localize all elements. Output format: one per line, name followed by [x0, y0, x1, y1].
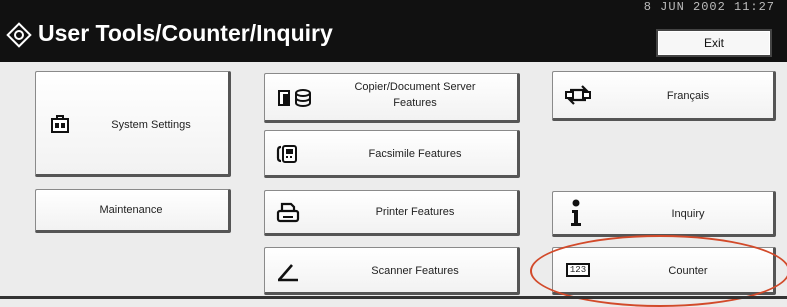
- title-bar: 8 JUN 2002 11:27 User Tools/Counter/Inqu…: [0, 0, 787, 62]
- language-button[interactable]: Français: [552, 71, 776, 121]
- copier-document-server-button[interactable]: Copier/Document Server Features: [264, 73, 520, 123]
- system-settings-label: System Settings: [111, 119, 191, 131]
- facsimile-features-label: Facsimile Features: [368, 148, 462, 160]
- user-tools-icon: [6, 22, 32, 48]
- copier-document-server-label-line1: Copier/Document Server: [354, 81, 476, 93]
- scanner-features-label: Scanner Features: [371, 265, 459, 277]
- counter-icon-text: 123: [565, 263, 591, 277]
- system-settings-button[interactable]: System Settings: [35, 71, 231, 177]
- bottom-divider: [0, 296, 787, 299]
- copier-document-server-label-line2: Features: [393, 97, 437, 109]
- toolbox-icon: [50, 114, 70, 134]
- printer-features-label: Printer Features: [375, 206, 455, 218]
- inquiry-button[interactable]: Inquiry: [552, 191, 776, 237]
- exit-button-label: Exit: [703, 36, 724, 50]
- maintenance-button[interactable]: Maintenance: [35, 189, 231, 233]
- printer-features-button[interactable]: Printer Features: [264, 190, 520, 236]
- maintenance-label: Maintenance: [99, 204, 163, 216]
- printer-icon: [275, 201, 301, 225]
- date-time: 8 JUN 2002 11:27: [643, 0, 775, 14]
- counter-icon: 123: [565, 262, 591, 278]
- page-title: User Tools/Counter/Inquiry: [38, 20, 333, 46]
- language-switch-icon: [563, 83, 593, 107]
- language-label: Français: [666, 90, 710, 102]
- counter-label: Counter: [668, 265, 708, 277]
- exit-button[interactable]: Exit: [656, 29, 772, 57]
- scanner-features-button[interactable]: Scanner Features: [264, 247, 520, 295]
- info-icon: [567, 198, 585, 228]
- facsimile-features-button[interactable]: Facsimile Features: [264, 130, 520, 178]
- inquiry-label: Inquiry: [671, 208, 705, 220]
- counter-button[interactable]: 123 Counter: [552, 247, 776, 295]
- facsimile-icon: [275, 143, 299, 165]
- scanner-icon: [275, 261, 301, 283]
- copier-document-server-icon: [275, 87, 315, 109]
